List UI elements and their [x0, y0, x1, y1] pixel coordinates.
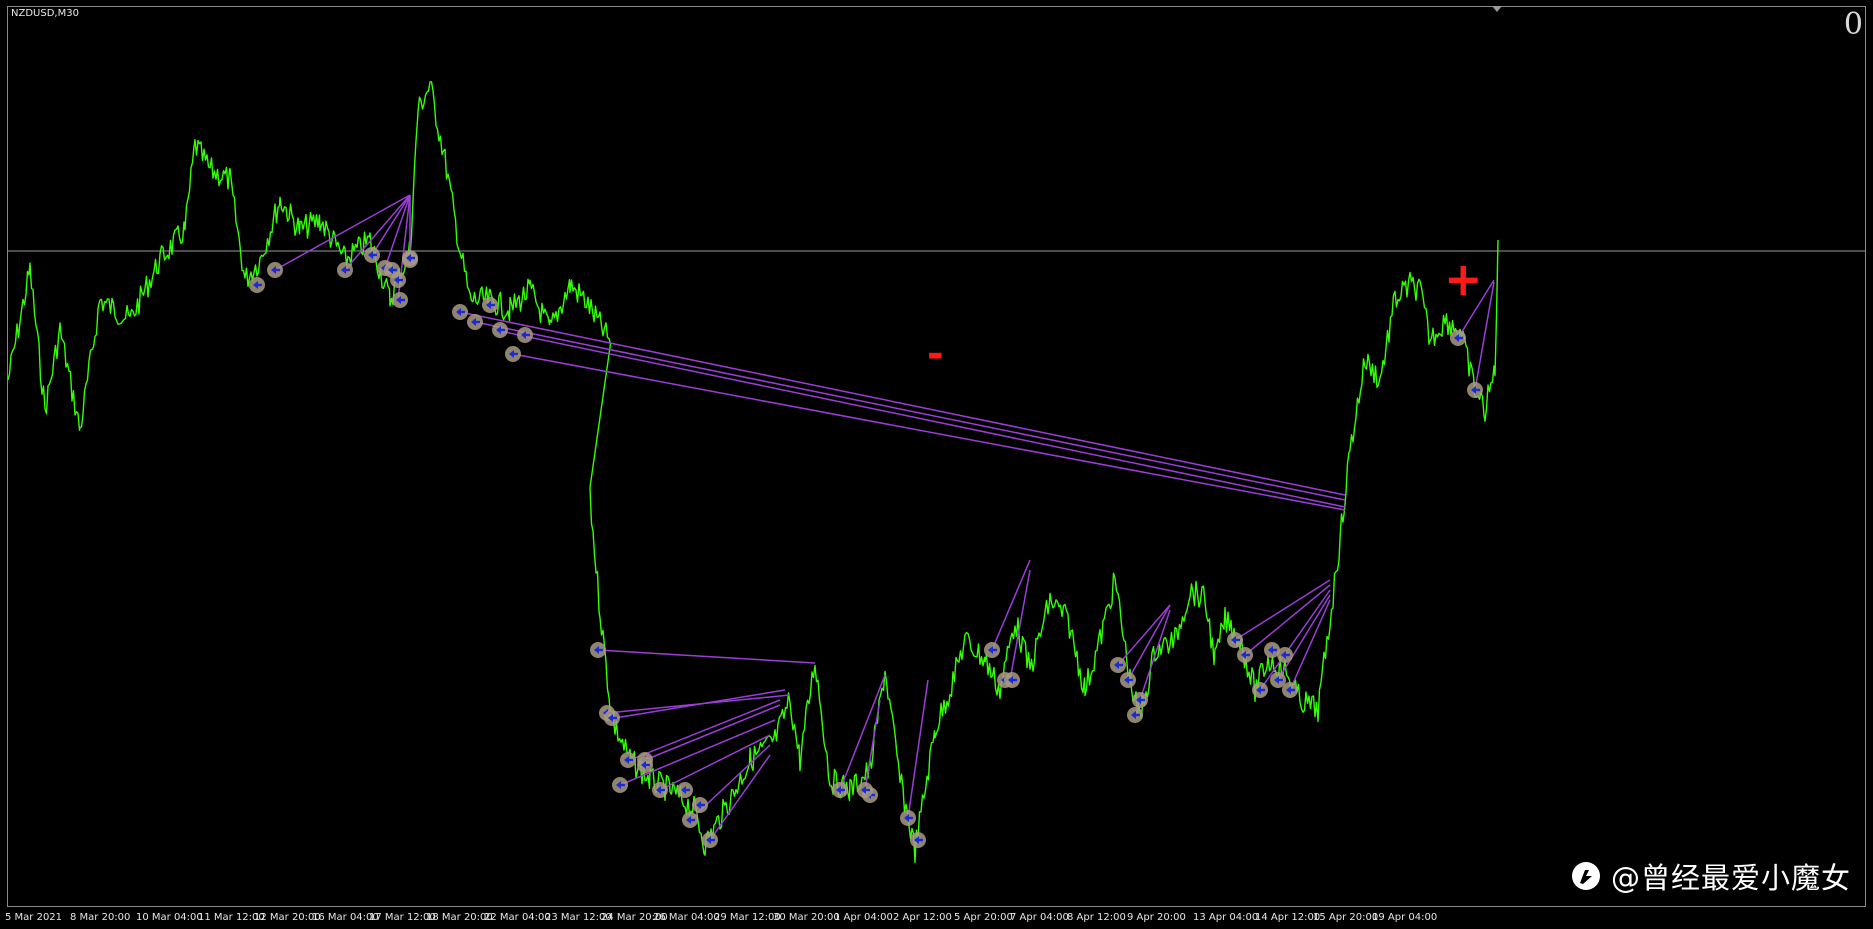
time-axis: 5 Mar 2021 8 Mar 20:00 10 Mar 04:00 11 Mar …: [0, 907, 1873, 929]
time-axis-tick-label: 13 Apr 04:00: [1193, 912, 1259, 923]
time-axis-tick-label: 8 Mar 20:00: [70, 912, 131, 923]
time-axis-tick-label: 15 Apr 20:00: [1313, 912, 1379, 923]
time-axis-tick-label: 2 Apr 12:00: [893, 912, 952, 923]
time-axis-tick-label: 29 Mar 12:00: [714, 912, 781, 923]
plot-frame: [7, 6, 1866, 907]
time-axis-tick-label: 8 Apr 12:00: [1067, 912, 1126, 923]
chart-window[interactable]: + - NZDUSD,M30 0 5 Mar 2021 8 Mar 20:00 10 …: [0, 0, 1873, 929]
time-axis-tick-label: 22 Mar 04:00: [484, 912, 551, 923]
time-axis-tick-label: 10 Mar 04:00: [136, 912, 203, 923]
corner-counter: 0: [1843, 7, 1863, 42]
watermark: @曾经最爱小魔女: [1571, 855, 1851, 897]
time-axis-tick-label: 19 Apr 04:00: [1372, 912, 1438, 923]
time-axis-tick-label: 9 Apr 20:00: [1127, 912, 1186, 923]
time-axis-tick-label: 14 Apr 12:00: [1255, 912, 1321, 923]
time-axis-tick-label: 18 Mar 20:00: [426, 912, 493, 923]
time-axis-tick-label: 26 Mar 04:00: [653, 912, 720, 923]
time-axis-tick-label: 1 Apr 04:00: [834, 912, 893, 923]
time-axis-tick-label: 5 Apr 20:00: [954, 912, 1013, 923]
symbol-timeframe-label: NZDUSD,M30: [11, 8, 79, 19]
watermark-text: @曾经最爱小魔女: [1610, 861, 1851, 895]
time-axis-tick-label: 5 Mar 2021: [5, 912, 63, 923]
time-axis-tick-label: 7 Apr 04:00: [1010, 912, 1069, 923]
time-axis-tick-label: 30 Mar 20:00: [773, 912, 840, 923]
toutiao-logo-icon: [1571, 862, 1600, 890]
time-axis-tick-label: 12 Mar 20:00: [254, 912, 321, 923]
chart-shift-marker-icon[interactable]: [1492, 6, 1502, 12]
